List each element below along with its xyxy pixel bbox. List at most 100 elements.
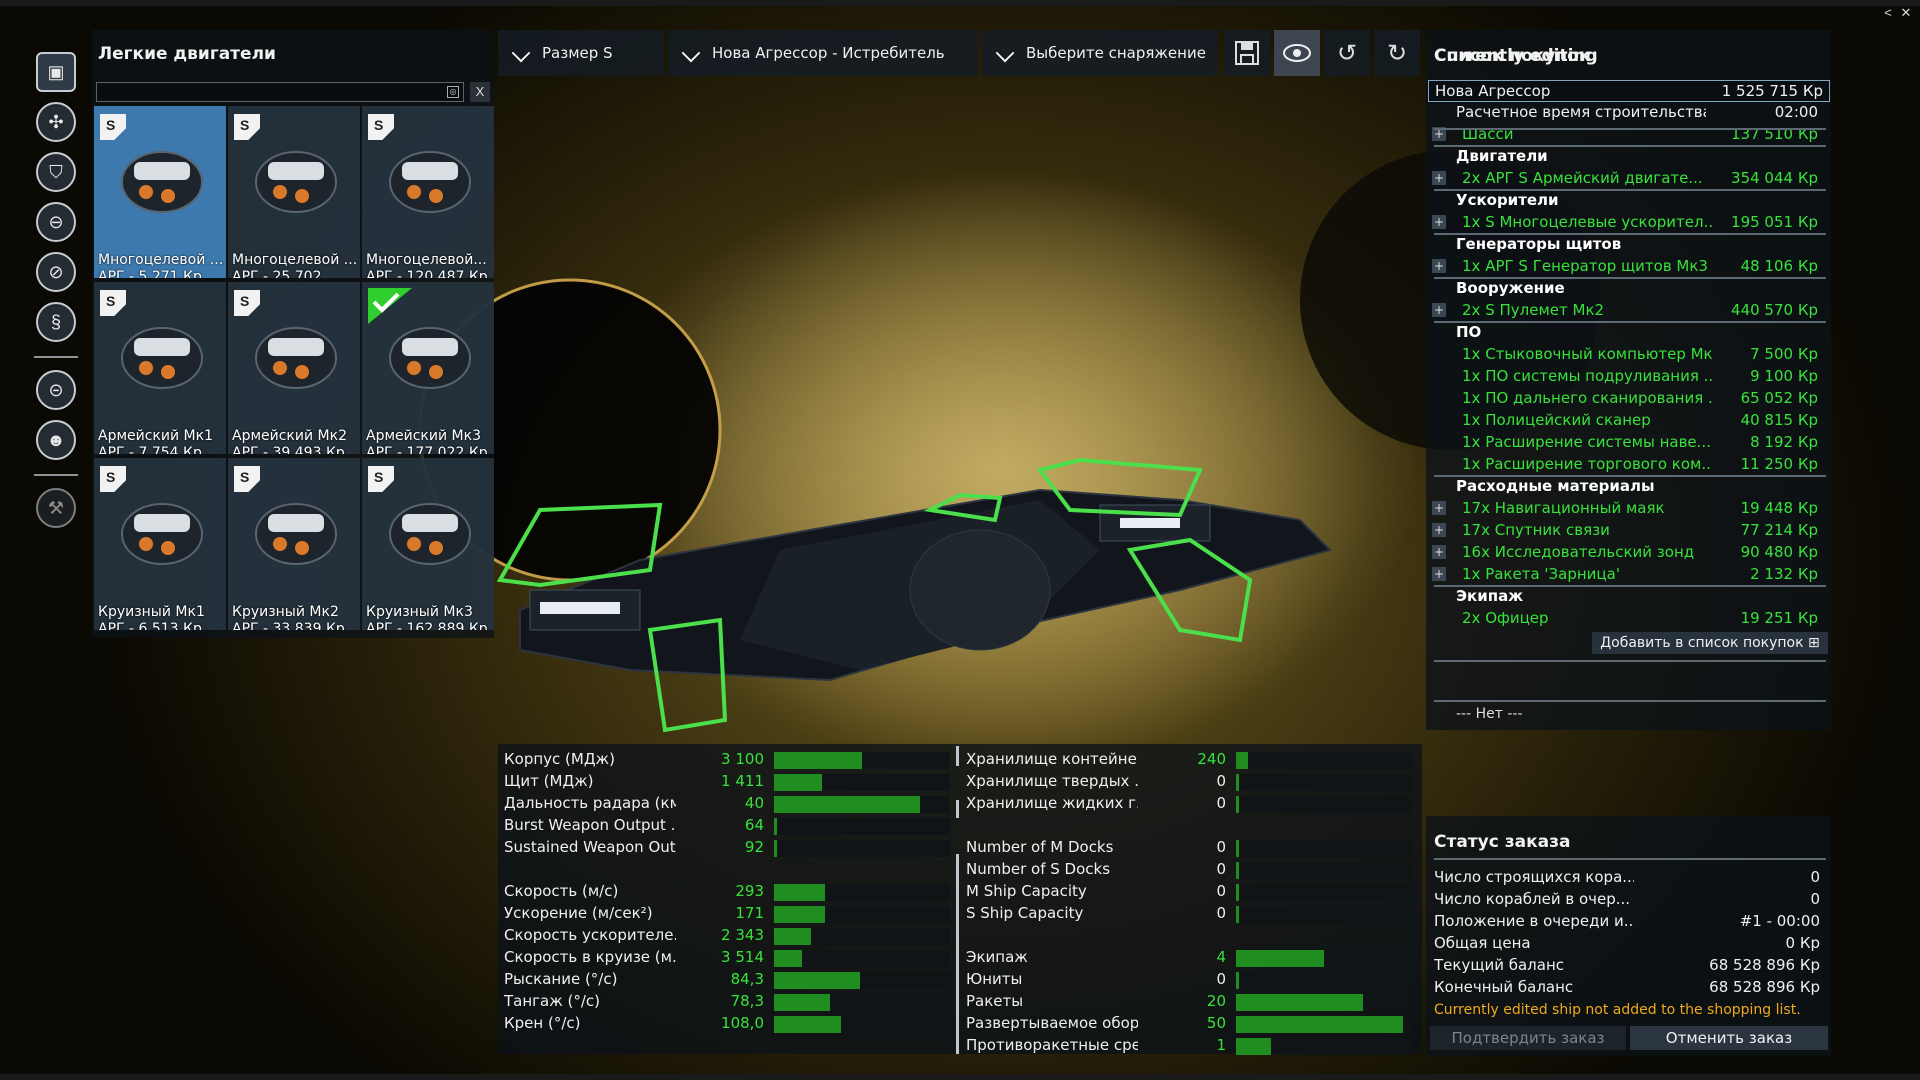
ship-dropdown[interactable]: Нова Агрессор - Истребитель: [668, 30, 978, 76]
weapon-icon[interactable]: ⊖: [36, 202, 76, 242]
engine-card[interactable]: Армейский Мк3 АРГ - 177 022 Кр: [362, 282, 494, 454]
stat-bar: [1236, 906, 1412, 923]
engine-card[interactable]: S Круизный Мк3 АРГ - 162 889 Кр: [362, 458, 494, 630]
engine-card-price: АРГ - 6 513 Кр: [98, 621, 202, 630]
size-dropdown[interactable]: Размер S: [498, 30, 664, 76]
expand-plus-icon[interactable]: +: [1432, 567, 1446, 581]
loadout-item[interactable]: +1x АРГ S Генератор щитов Мк3 48 106 Кр: [1432, 256, 1824, 278]
stat-bar: [774, 1016, 950, 1033]
stat-bar: [774, 994, 950, 1011]
engine-card-name: Круизный Мк2: [232, 604, 339, 620]
shield-icon[interactable]: ⛉: [36, 152, 76, 192]
loadout-item[interactable]: +1x S Многоцелевые ускорител... 195 051 К…: [1432, 212, 1824, 234]
loadout-item[interactable]: +17x Спутник связи 77 214 Кр: [1432, 520, 1824, 542]
expand-plus-icon[interactable]: +: [1432, 545, 1446, 559]
hull-icon[interactable]: ▣: [36, 52, 76, 92]
edited-ship-row[interactable]: Нова Агрессор 1 525 715 Кр: [1428, 80, 1830, 102]
engine-search-input[interactable]: ◎: [96, 82, 464, 102]
stat-label: Хранилище жидких г...: [966, 794, 1138, 812]
order-status-panel: Статус заказа Число строящихся кора... 0 Ч…: [1426, 816, 1831, 1056]
loadout-item[interactable]: 1x Расширение торгового ком... 11 250 Кр: [1432, 454, 1824, 476]
software-icon[interactable]: §: [36, 302, 76, 342]
expand-plus-icon[interactable]: +: [1432, 215, 1446, 229]
build-time-row: Расчетное время строительства 02:00: [1456, 103, 1818, 121]
stat-bar-fill: [1236, 774, 1239, 791]
stat-bar-fill: [1236, 994, 1363, 1011]
save-icon[interactable]: [1224, 30, 1270, 76]
expand-plus-icon[interactable]: +: [1432, 523, 1446, 537]
stat-label: S Ship Capacity: [966, 904, 1084, 922]
loadout-item[interactable]: 1x Расширение системы наве... 8 192 Кр: [1432, 432, 1824, 454]
loadout-item[interactable]: 1x Стыковочный компьютер Мк1 7 500 Кр: [1432, 344, 1824, 366]
expand-plus-icon[interactable]: +: [1432, 501, 1446, 515]
stat-row: Крен (°/с) 108,0: [504, 1014, 950, 1034]
collapse-icon[interactable]: <: [1880, 6, 1896, 20]
stat-value: 0: [1216, 860, 1226, 878]
expand-plus-icon[interactable]: +: [1432, 303, 1446, 317]
engine-card[interactable]: S Армейский Мк1 АРГ - 7 754 Кр: [94, 282, 226, 454]
chevron-down-icon: [511, 43, 531, 63]
order-status-row: Текущий баланс 68 528 896 Кр: [1434, 956, 1820, 974]
section-divider: [1434, 475, 1826, 477]
add-to-shopping-list-button[interactable]: Добавить в список покупок ⊞: [1592, 632, 1828, 654]
engine-icon[interactable]: ✣: [36, 102, 76, 142]
stat-value: 3 100: [721, 750, 764, 768]
stat-row: Хранилище контейне... 240: [966, 750, 1412, 770]
loadout-item[interactable]: +2x S Пулемет Мк2 440 570 Кр: [1432, 300, 1824, 322]
stat-bar: [774, 884, 950, 901]
stat-label: Тангаж (°/с): [504, 992, 601, 1010]
loadout-item[interactable]: +1x Ракета 'Зарница' 2 132 Кр: [1432, 564, 1824, 586]
cancel-order-button[interactable]: Отменить заказ: [1630, 1026, 1828, 1050]
engine-card[interactable]: S Многоцелевой ... АРГ - 25 702: [228, 106, 360, 278]
loadout-item[interactable]: 1x ПО дальнего сканирования ... 65 052 Кр: [1432, 388, 1824, 410]
clear-search-button[interactable]: X: [470, 82, 490, 102]
engine-card[interactable]: S Круизный Мк2 АРГ - 33 839 Кр: [228, 458, 360, 630]
loadout-item[interactable]: +17x Навигационный маяк 19 448 Кр: [1432, 498, 1824, 520]
close-window-icon[interactable]: ✕: [1898, 6, 1914, 20]
stat-row: Ускорение (м/сек²) 171: [504, 904, 950, 924]
stat-value: 1: [1216, 1036, 1226, 1054]
stat-row: S Ship Capacity 0: [966, 904, 1412, 924]
stat-label: Крен (°/с): [504, 1014, 581, 1032]
loadout-item[interactable]: 1x ПО системы подруливания ... 9 100 Кр: [1432, 366, 1824, 388]
section-divider: [1434, 660, 1826, 662]
stat-bar-fill: [1236, 752, 1249, 769]
engine-thumbnail-icon: [255, 327, 337, 389]
engine-card[interactable]: S Армейский Мк2 АРГ - 39 493 Кр: [228, 282, 360, 454]
stat-bar-fill: [774, 906, 826, 923]
loadout-dropdown[interactable]: Выберите снаряжение: [982, 30, 1218, 76]
expand-plus-icon[interactable]: +: [1432, 259, 1446, 273]
engine-card[interactable]: S Многоцелевой ... АРГ - 5 271 Кр: [94, 106, 226, 278]
ship-model[interactable]: [480, 380, 1380, 760]
loadout-item[interactable]: 2x Офицер 19 251 Кр: [1432, 608, 1824, 630]
stat-bar: [774, 928, 950, 945]
repair-icon[interactable]: ⚒: [36, 488, 76, 528]
section-divider: [1434, 128, 1826, 130]
expand-plus-icon[interactable]: +: [1432, 171, 1446, 185]
loadout-item[interactable]: 1x Полицейский сканер 40 815 Кр: [1432, 410, 1824, 432]
loadout-item[interactable]: +16x Исследовательский зонд 90 480 Кр: [1432, 542, 1824, 564]
stat-value: 20: [1206, 992, 1226, 1010]
consumable-icon[interactable]: ⊝: [36, 370, 76, 410]
stat-row: Экипаж 4: [966, 948, 1412, 968]
loadout-item[interactable]: +2x АРГ S Армейский двигате... 354 044 Кр: [1432, 168, 1824, 190]
stat-bar: [774, 818, 950, 835]
turret-icon[interactable]: ⊘: [36, 252, 76, 292]
stat-bar-fill: [774, 796, 921, 813]
confirm-order-button[interactable]: Подтвердить заказ: [1430, 1026, 1626, 1050]
search-icon[interactable]: ◎: [447, 86, 459, 98]
shopping-list-title: Список покупок: [1434, 46, 1591, 66]
eye-icon[interactable]: [1274, 30, 1320, 76]
stat-label: Рыскание (°/с): [504, 970, 618, 988]
engine-card-price: АРГ - 177 022 Кр: [366, 445, 488, 454]
crew-icon[interactable]: ☻: [36, 420, 76, 460]
undo-icon[interactable]: ↺: [1324, 30, 1370, 76]
stat-value: 50: [1206, 1014, 1226, 1032]
engine-card[interactable]: S Круизный Мк1 АРГ - 6 513 Кр: [94, 458, 226, 630]
stat-value: 171: [735, 904, 764, 922]
stats-divider: [956, 746, 959, 766]
stat-row: Хранилище твердых ... 0: [966, 772, 1412, 792]
engine-card[interactable]: S Многоцелевой... АРГ - 120 487 Кр: [362, 106, 494, 278]
redo-icon[interactable]: ↻: [1374, 30, 1420, 76]
engine-card-price: АРГ - 7 754 Кр: [98, 445, 202, 454]
